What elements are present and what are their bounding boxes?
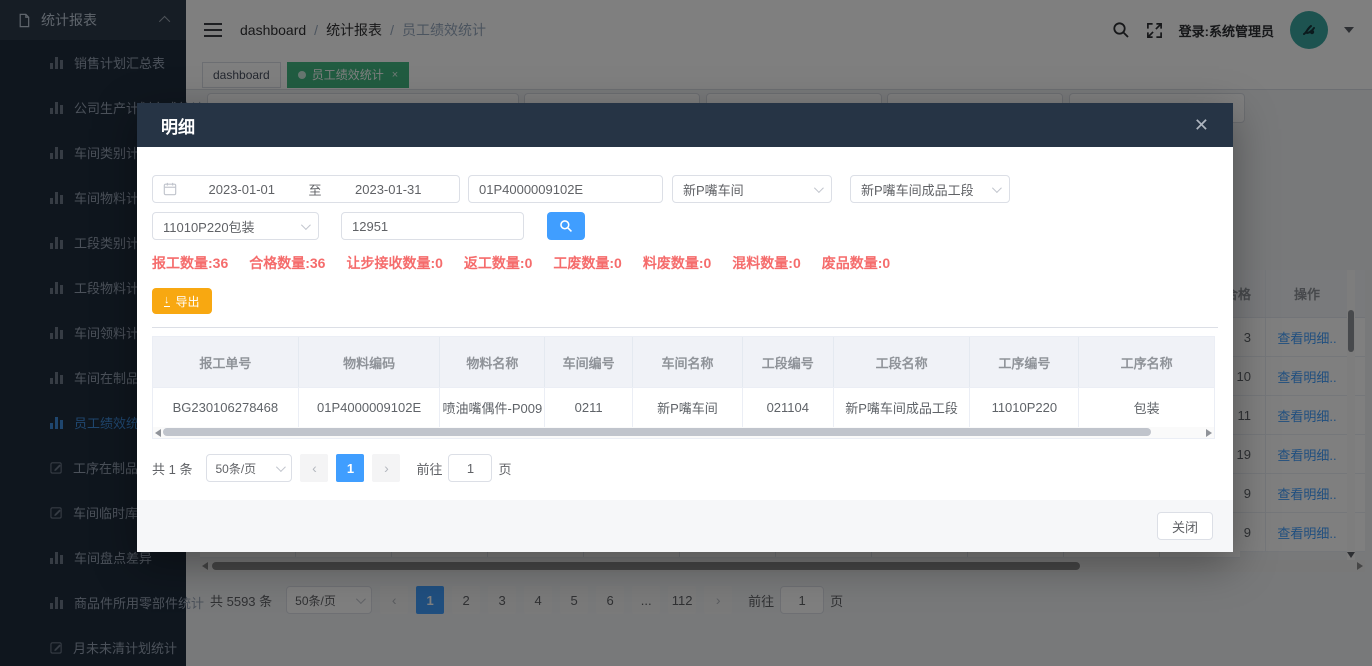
- modal-title: 明细: [161, 113, 195, 138]
- section-select[interactable]: 新P嘴车间成品工段: [850, 175, 1010, 203]
- chevron-down-icon: [301, 220, 311, 230]
- start-date[interactable]: 2023-01-01: [181, 182, 303, 197]
- goto-page: 前往 页: [416, 454, 511, 482]
- scrollbar-thumb[interactable]: [163, 428, 1151, 436]
- detail-table-header: 报工单号 物料编码 物料名称 车间编号 车间名称 工段编号 工段名称 工序编号 …: [153, 337, 1214, 387]
- modal-footer: 关闭: [137, 500, 1233, 552]
- stat-process-scrap: 工废数量:0: [553, 253, 621, 273]
- page-size-select[interactable]: 50条/页: [206, 454, 292, 482]
- stat-concession: 让步接收数量:0: [346, 253, 442, 273]
- horizontal-scrollbar[interactable]: [152, 427, 1215, 439]
- end-date[interactable]: 2023-01-31: [328, 182, 450, 197]
- stat-reported: 报工数量:36: [152, 253, 228, 273]
- material-code-field[interactable]: [468, 175, 663, 203]
- stat-waste: 废品数量:0: [822, 253, 890, 273]
- scroll-right-icon[interactable]: [1206, 429, 1212, 437]
- search-icon: [559, 219, 573, 233]
- prev-page-button[interactable]: ‹: [300, 454, 328, 482]
- chevron-down-icon: [276, 462, 286, 472]
- scroll-left-icon[interactable]: [155, 429, 161, 437]
- chevron-down-icon: [992, 183, 1002, 193]
- stat-rework: 返工数量:0: [464, 253, 532, 273]
- total-count: 共 1 条: [152, 459, 192, 478]
- goto-page-input[interactable]: [448, 454, 492, 482]
- keyword-field[interactable]: [341, 212, 524, 240]
- close-button[interactable]: 关闭: [1157, 512, 1213, 540]
- calendar-icon: [163, 182, 177, 196]
- search-button[interactable]: [547, 212, 585, 240]
- download-icon: ↓: [164, 295, 170, 307]
- close-icon[interactable]: ✕: [1194, 116, 1209, 134]
- page-button-1[interactable]: 1: [336, 454, 364, 482]
- modal-pagination: 共 1 条 50条/页 ‹ 1 › 前往 页: [152, 454, 1218, 482]
- process-select[interactable]: 11010P220包装: [152, 212, 319, 240]
- stat-mixed-material: 混料数量:0: [732, 253, 800, 273]
- export-button[interactable]: ↓ 导出: [152, 288, 212, 314]
- detail-table: 报工单号 物料编码 物料名称 车间编号 车间名称 工段编号 工段名称 工序编号 …: [152, 336, 1215, 427]
- modal-header: 明细 ✕: [137, 103, 1233, 147]
- filter-row-1: 2023-01-01 至 2023-01-31 新P嘴车间 新P嘴车间成品工段: [152, 175, 1218, 203]
- modal-body: 2023-01-01 至 2023-01-31 新P嘴车间 新P嘴车间成品工段 …: [137, 175, 1233, 482]
- stat-qualified: 合格数量:36: [249, 253, 325, 273]
- filter-row-2: 11010P220包装: [152, 212, 1218, 240]
- table-row[interactable]: BG230106278468 01P4000009102E 喷油嘴偶件-P009…: [153, 387, 1214, 427]
- next-page-button[interactable]: ›: [372, 454, 400, 482]
- stat-material-scrap: 料废数量:0: [643, 253, 711, 273]
- chevron-down-icon: [814, 183, 824, 193]
- workshop-select[interactable]: 新P嘴车间: [672, 175, 832, 203]
- summary-stats: 报工数量:36 合格数量:36 让步接收数量:0 返工数量:0 工废数量:0 料…: [152, 253, 1218, 273]
- divider: [152, 327, 1218, 328]
- detail-modal: 明细 ✕ 2023-01-01 至 2023-01-31 新P嘴车间 新P嘴车间…: [137, 103, 1233, 552]
- date-range-picker[interactable]: 2023-01-01 至 2023-01-31: [152, 175, 460, 203]
